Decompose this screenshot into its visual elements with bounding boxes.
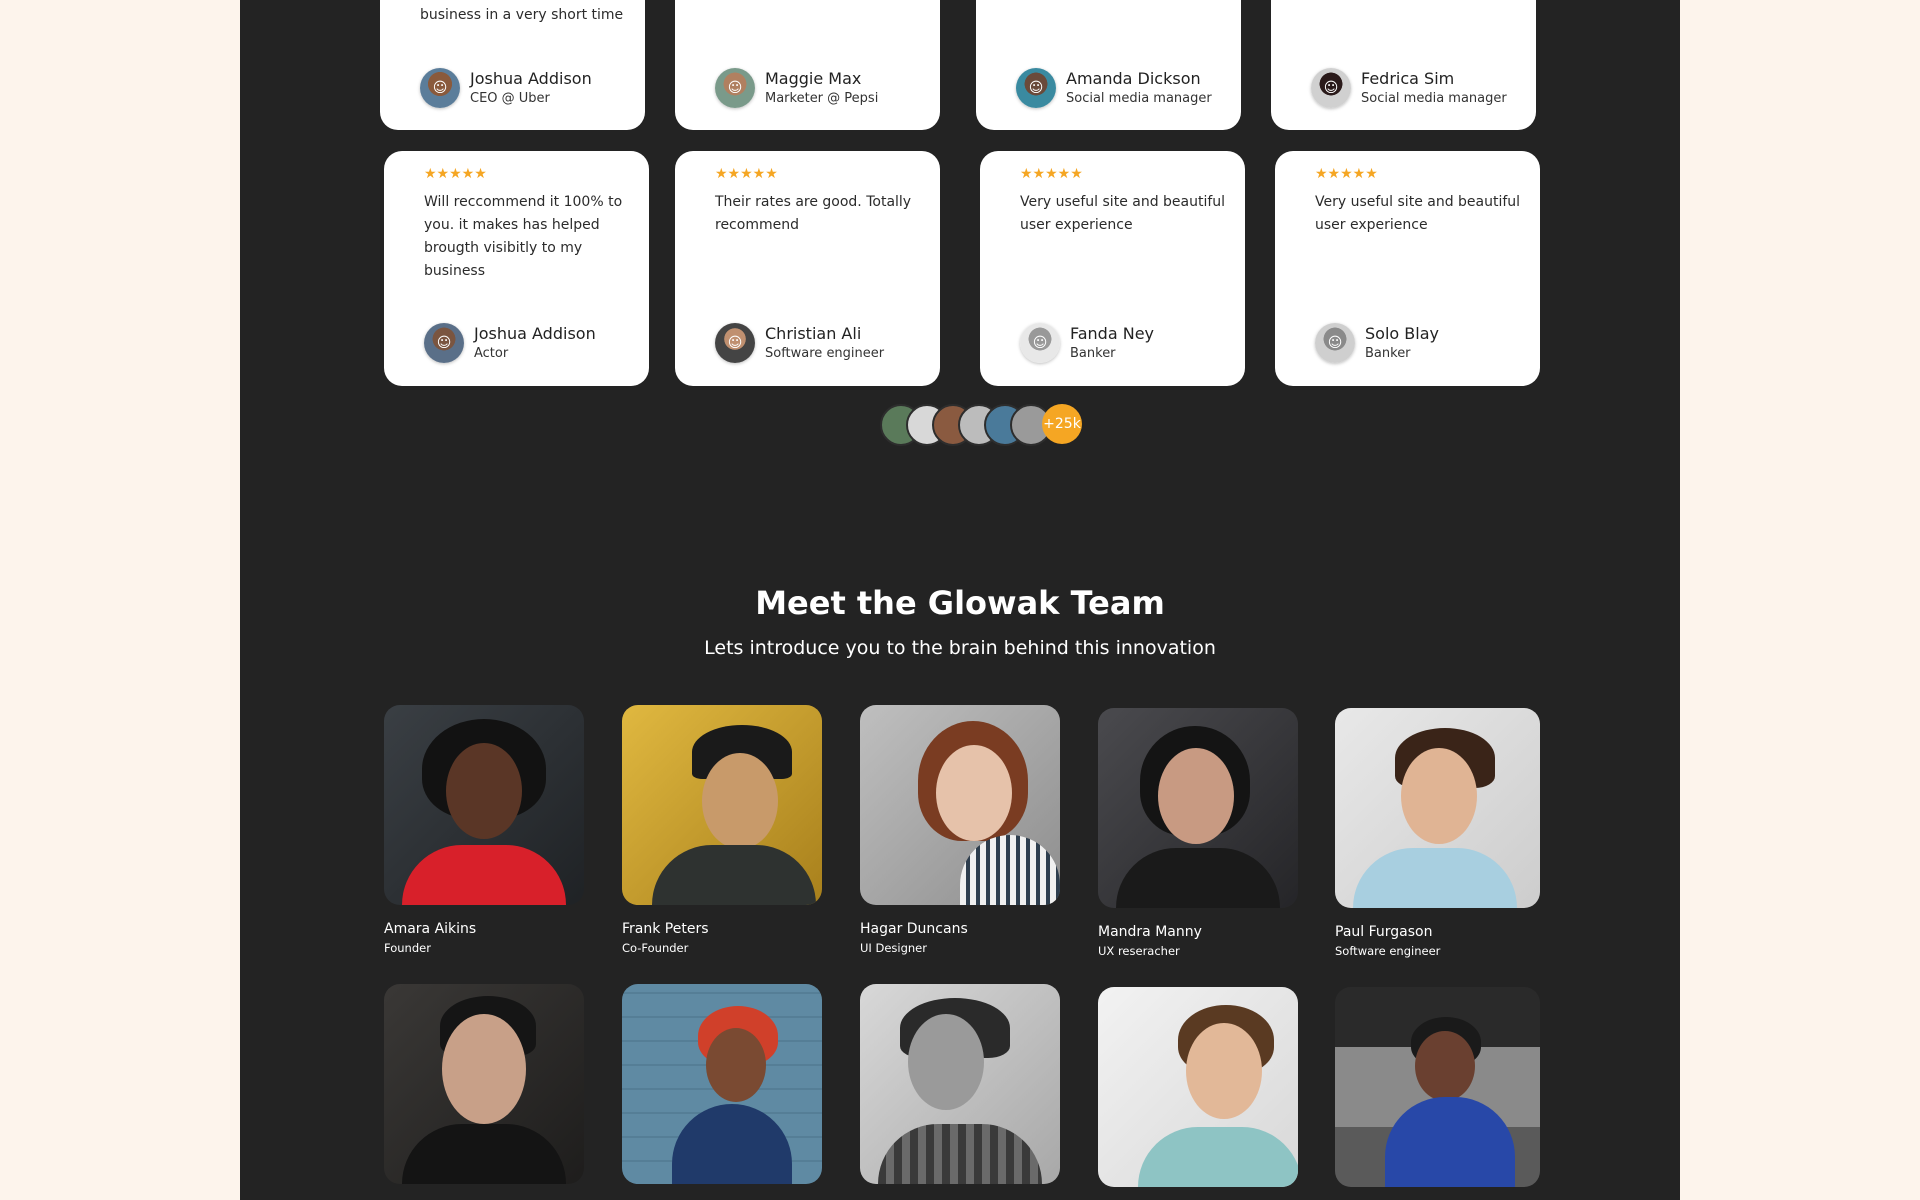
team-member-card[interactable] xyxy=(1098,987,1298,1187)
author-role: CEO @ Uber xyxy=(470,91,550,106)
team-member-card[interactable] xyxy=(1335,987,1540,1187)
team-member-photo xyxy=(1335,708,1540,908)
avatar: ☺ xyxy=(424,323,464,363)
testimonial-card: ☺ Amanda Dickson Social media manager xyxy=(976,0,1241,130)
team-section-subtitle: Lets introduce you to the brain behind t… xyxy=(704,637,1216,659)
avatar: ☺ xyxy=(1016,68,1056,108)
team-member-name: Paul Furgason xyxy=(1335,924,1433,940)
avatar: ☺ xyxy=(715,323,755,363)
testimonial-card: business in a very short time ☺ Joshua A… xyxy=(380,0,645,130)
team-member-role: Founder xyxy=(384,941,431,955)
avatar: ☺ xyxy=(1311,68,1351,108)
team-member-role: UX reseracher xyxy=(1098,944,1180,958)
team-member-card[interactable]: Paul Furgason Software engineer xyxy=(1335,708,1540,960)
author-name: Solo Blay xyxy=(1365,324,1439,343)
testimonial-card: ★★★★★ Very useful site and beautiful use… xyxy=(980,151,1245,386)
team-member-card[interactable] xyxy=(622,984,822,1184)
reviewer-avatar-stack: +25k xyxy=(880,404,1082,448)
testimonial-card: ☺ Maggie Max Marketer @ Pepsi xyxy=(675,0,940,130)
author-role: Software engineer xyxy=(765,346,885,361)
team-member-card[interactable] xyxy=(860,984,1060,1184)
team-member-photo xyxy=(384,705,584,905)
testimonial-card: ★★★★★ Will reccommend it 100% to you. it… xyxy=(384,151,649,386)
author-role: Social media manager xyxy=(1066,91,1212,106)
testimonial-quote: Will reccommend it 100% to you. it makes… xyxy=(424,194,623,279)
team-member-photo xyxy=(1335,987,1540,1187)
team-member-card[interactable]: Hagar Duncans UI Designer xyxy=(860,705,1060,957)
team-member-photo xyxy=(1098,987,1298,1187)
avatar: ☺ xyxy=(715,68,755,108)
testimonial-author: ☺ Joshua Addison CEO @ Uber xyxy=(420,66,592,110)
team-member-name: Hagar Duncans xyxy=(860,921,968,937)
testimonial-author: ☺ Fedrica Sim Social media manager xyxy=(1311,66,1507,110)
team-member-card[interactable]: Mandra Manny UX reseracher xyxy=(1098,708,1298,960)
rating-stars: ★★★★★ xyxy=(1020,166,1083,182)
team-member-name: Mandra Manny xyxy=(1098,924,1202,940)
testimonial-author: ☺ Joshua Addison Actor xyxy=(424,321,596,365)
testimonial-quote: Their rates are good. Totally recommend xyxy=(715,194,912,233)
rating-stars: ★★★★★ xyxy=(424,166,487,182)
author-role: Marketer @ Pepsi xyxy=(765,91,879,106)
avatar: ☺ xyxy=(420,68,460,108)
testimonial-author: ☺ Solo Blay Banker xyxy=(1315,321,1439,365)
team-member-card[interactable] xyxy=(384,984,584,1184)
team-member-photo xyxy=(860,984,1060,1184)
team-section-title: Meet the Glowak Team xyxy=(755,584,1165,622)
author-name: Joshua Addison xyxy=(470,69,592,88)
author-role: Actor xyxy=(474,346,509,361)
testimonial-card: ★★★★★ Their rates are good. Totally reco… xyxy=(675,151,940,386)
author-role: Banker xyxy=(1365,346,1411,361)
testimonial-author: ☺ Christian Ali Software engineer xyxy=(715,321,884,365)
team-member-photo xyxy=(860,705,1060,905)
author-role: Social media manager xyxy=(1361,91,1507,106)
main-section: business in a very short time ☺ Joshua A… xyxy=(240,0,1680,1200)
author-name: Fedrica Sim xyxy=(1361,69,1455,88)
testimonial-card: ☺ Fedrica Sim Social media manager xyxy=(1271,0,1536,130)
team-member-photo xyxy=(384,984,584,1184)
avatar: ☺ xyxy=(1315,323,1355,363)
author-name: Maggie Max xyxy=(765,69,862,88)
reviewer-count-badge: +25k xyxy=(1042,404,1082,444)
team-member-role: UI Designer xyxy=(860,941,927,955)
team-member-photo xyxy=(1098,708,1298,908)
author-name: Amanda Dickson xyxy=(1066,69,1201,88)
rating-stars: ★★★★★ xyxy=(715,166,778,182)
testimonial-author: ☺ Maggie Max Marketer @ Pepsi xyxy=(715,66,878,110)
author-name: Christian Ali xyxy=(765,324,862,343)
team-member-photo xyxy=(622,705,822,905)
team-member-name: Amara Aikins xyxy=(384,921,477,937)
author-name: Joshua Addison xyxy=(474,324,596,343)
testimonial-card: ★★★★★ Very useful site and beautiful use… xyxy=(1275,151,1540,386)
testimonial-author: ☺ Amanda Dickson Social media manager xyxy=(1016,66,1212,110)
testimonial-quote: business in a very short time xyxy=(420,7,624,23)
team-member-role: Software engineer xyxy=(1335,944,1441,958)
team-member-photo xyxy=(622,984,822,1184)
testimonial-author: ☺ Fanda Ney Banker xyxy=(1020,321,1154,365)
rating-stars: ★★★★★ xyxy=(1315,166,1378,182)
team-member-card[interactable]: Amara Aikins Founder xyxy=(384,705,584,957)
team-member-role: Co-Founder xyxy=(622,941,689,955)
team-member-card[interactable]: Frank Peters Co-Founder xyxy=(622,705,822,957)
author-role: Banker xyxy=(1070,346,1116,361)
testimonial-quote: Very useful site and beautiful user expe… xyxy=(1315,194,1521,233)
testimonial-quote: Very useful site and beautiful user expe… xyxy=(1020,194,1226,233)
author-name: Fanda Ney xyxy=(1070,324,1155,343)
team-member-name: Frank Peters xyxy=(622,921,709,937)
avatar: ☺ xyxy=(1020,323,1060,363)
